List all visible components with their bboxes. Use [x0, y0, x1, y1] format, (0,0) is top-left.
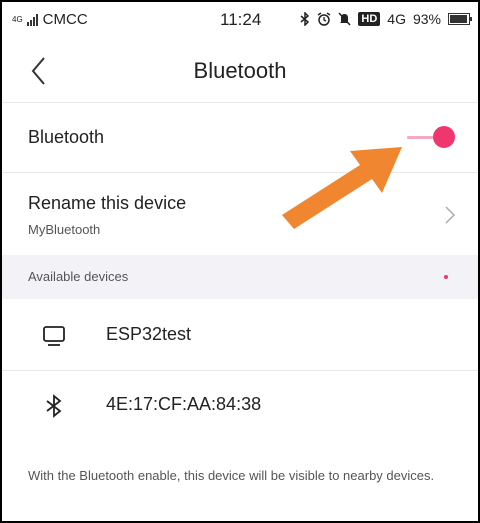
device-name-value: MyBluetooth: [28, 222, 101, 237]
battery-percent: 93%: [412, 11, 441, 27]
available-devices-header: Available devices: [2, 255, 478, 299]
hd-badge: HD: [358, 12, 381, 26]
carrier-label: CMCC: [42, 11, 88, 28]
device-item[interactable]: 4E:17:CF:AA:84:38: [2, 372, 478, 440]
device-name: 4E:17:CF:AA:84:38: [106, 394, 262, 414]
bluetooth-icon: [46, 394, 62, 418]
bluetooth-toggle[interactable]: [407, 122, 459, 152]
rename-device-row[interactable]: Rename this device MyBluetooth: [2, 173, 478, 255]
signal-type: 4G: [12, 14, 23, 24]
bluetooth-setting-row: Bluetooth: [2, 102, 478, 173]
monitor-icon: [43, 326, 65, 346]
bluetooth-status-icon: [300, 12, 310, 26]
page-title: Bluetooth: [193, 58, 287, 83]
alarm-icon: [317, 12, 331, 26]
toggle-knob: [433, 126, 455, 148]
section-label: Available devices: [28, 269, 129, 284]
device-name: ESP32test: [106, 324, 192, 344]
chevron-right-icon: [445, 206, 456, 224]
signal-icon: [26, 13, 38, 26]
device-item[interactable]: ESP32test: [2, 302, 478, 371]
bluetooth-label: Bluetooth: [28, 127, 105, 147]
rename-label: Rename this device: [28, 193, 187, 213]
status-right: HD 4G 93%: [300, 11, 472, 27]
network-type: 4G: [387, 11, 406, 27]
status-bar: 4G CMCC 11:24 HD 4G 93%: [2, 2, 478, 40]
clock: 11:24: [220, 10, 262, 29]
scanning-indicator: [444, 275, 448, 279]
status-left: 4G CMCC: [12, 11, 88, 28]
visibility-note: With the Bluetooth enable, this device w…: [28, 468, 435, 483]
battery-icon: [448, 13, 472, 25]
app-header: Bluetooth: [2, 40, 478, 103]
phone-screen: 4G CMCC 11:24 HD 4G 93% Bluetooth Blueto…: [0, 0, 480, 523]
mute-bell-icon: [338, 12, 351, 26]
